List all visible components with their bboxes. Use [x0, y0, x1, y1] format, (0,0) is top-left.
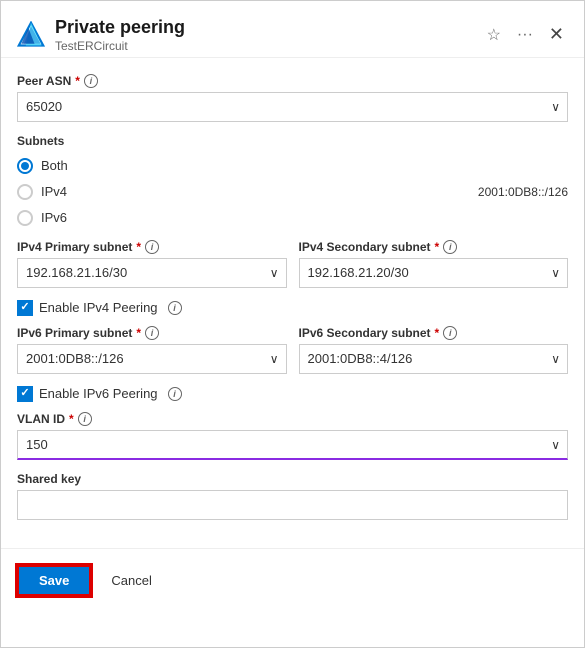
radio-ipv6[interactable]	[17, 210, 33, 226]
vlan-id-input[interactable]	[17, 430, 568, 460]
ipv4-primary-group: IPv4 Primary subnet * i ∨	[17, 240, 287, 288]
panel-footer: Save Cancel	[1, 548, 584, 612]
shared-key-input[interactable]	[17, 490, 568, 520]
radio-row-ipv6[interactable]: IPv6	[17, 206, 568, 230]
enable-ipv4-info-icon[interactable]: i	[168, 301, 182, 315]
ipv6-primary-info-icon[interactable]: i	[145, 326, 159, 340]
close-icon: ✕	[549, 24, 564, 44]
ipv4-secondary-input[interactable]	[299, 258, 569, 288]
cancel-button[interactable]: Cancel	[99, 567, 163, 594]
panel: Private peering TestERCircuit ☆ ··· ✕ Pe…	[0, 0, 585, 648]
panel-title: Private peering	[55, 17, 185, 39]
panel-body: Peer ASN * i ∨ Subnets Both IP	[1, 58, 584, 548]
ipv4-primary-info-icon[interactable]: i	[145, 240, 159, 254]
subnets-radio-group: Both IPv4 2001:0DB8::/126 IPv6	[17, 154, 568, 230]
header-icons: ☆ ··· ✕	[483, 22, 568, 47]
ipv6-primary-group: IPv6 Primary subnet * i ∨	[17, 326, 287, 374]
ipv6-secondary-input[interactable]	[299, 344, 569, 374]
panel-subtitle: TestERCircuit	[55, 39, 185, 53]
ipv6-secondary-group: IPv6 Secondary subnet * i ∨	[299, 326, 569, 374]
radio-row-ipv4[interactable]: IPv4 2001:0DB8::/126	[17, 180, 568, 204]
vlan-id-label: VLAN ID * i	[17, 412, 568, 426]
ipv4-primary-input[interactable]	[17, 258, 287, 288]
vlan-id-group: VLAN ID * i ∨	[17, 412, 568, 460]
ellipsis-icon: ···	[517, 26, 533, 43]
vlan-id-input-wrapper: ∨	[17, 430, 568, 460]
subnets-group: Subnets Both IPv4 2001:0DB8::/126 IPv6	[17, 134, 568, 230]
ipv6-primary-label: IPv6 Primary subnet * i	[17, 326, 287, 340]
radio-ipv4-label: IPv4	[41, 184, 67, 199]
peer-asn-input-wrapper: ∨	[17, 92, 568, 122]
ipv4-secondary-label: IPv4 Secondary subnet * i	[299, 240, 569, 254]
enable-ipv6-label: Enable IPv6 Peering	[39, 386, 158, 401]
enable-ipv6-row: Enable IPv6 Peering i	[17, 386, 568, 402]
azure-logo-icon	[17, 21, 45, 49]
peer-asn-required: *	[75, 74, 80, 88]
peer-asn-group: Peer ASN * i ∨	[17, 74, 568, 122]
title-block: Private peering TestERCircuit	[55, 17, 185, 53]
radio-both-label: Both	[41, 158, 68, 173]
header-left: Private peering TestERCircuit	[17, 17, 185, 53]
ipv6-hint-text: 2001:0DB8::/126	[478, 185, 568, 199]
peer-asn-label: Peer ASN * i	[17, 74, 568, 88]
radio-both[interactable]	[17, 158, 33, 174]
radio-ipv4[interactable]	[17, 184, 33, 200]
ipv6-secondary-label: IPv6 Secondary subnet * i	[299, 326, 569, 340]
enable-ipv4-label: Enable IPv4 Peering	[39, 300, 158, 315]
ipv4-primary-input-wrapper: ∨	[17, 258, 287, 288]
ipv4-primary-label: IPv4 Primary subnet * i	[17, 240, 287, 254]
peer-asn-info-icon[interactable]: i	[84, 74, 98, 88]
ipv6-secondary-input-wrapper: ∨	[299, 344, 569, 374]
enable-ipv6-info-icon[interactable]: i	[168, 387, 182, 401]
panel-header: Private peering TestERCircuit ☆ ··· ✕	[1, 1, 584, 58]
peer-asn-input[interactable]	[17, 92, 568, 122]
ipv6-primary-input-wrapper: ∨	[17, 344, 287, 374]
pin-icon: ☆	[487, 27, 501, 44]
radio-ipv6-label: IPv6	[41, 210, 67, 225]
ipv4-secondary-info-icon[interactable]: i	[443, 240, 457, 254]
ipv4-subnet-group: IPv4 Primary subnet * i ∨ IPv4 Secondary…	[17, 240, 568, 288]
ipv6-primary-input[interactable]	[17, 344, 287, 374]
save-button[interactable]: Save	[17, 565, 91, 596]
ipv6-subnet-group: IPv6 Primary subnet * i ∨ IPv6 Secondary…	[17, 326, 568, 374]
pin-button[interactable]: ☆	[483, 23, 505, 47]
ipv4-secondary-input-wrapper: ∨	[299, 258, 569, 288]
shared-key-group: Shared key	[17, 472, 568, 520]
subnets-label: Subnets	[17, 134, 568, 148]
close-button[interactable]: ✕	[545, 22, 568, 47]
ipv4-secondary-group: IPv4 Secondary subnet * i ∨	[299, 240, 569, 288]
shared-key-label: Shared key	[17, 472, 568, 486]
enable-ipv4-checkbox[interactable]	[17, 300, 33, 316]
vlan-id-info-icon[interactable]: i	[78, 412, 92, 426]
radio-row-both[interactable]: Both	[17, 154, 568, 178]
ipv6-secondary-info-icon[interactable]: i	[443, 326, 457, 340]
more-options-button[interactable]: ···	[513, 24, 537, 46]
enable-ipv4-row: Enable IPv4 Peering i	[17, 300, 568, 316]
enable-ipv6-checkbox[interactable]	[17, 386, 33, 402]
